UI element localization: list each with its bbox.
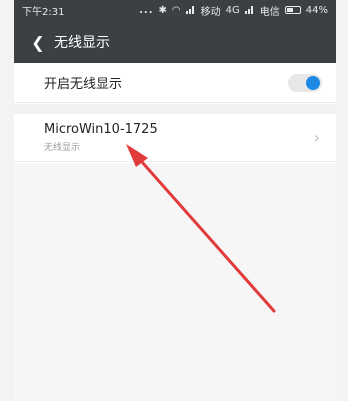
right-frame: [336, 0, 348, 401]
battery-percent: 44%: [305, 4, 328, 16]
status-dots: ...: [139, 4, 154, 16]
status-time: 下午2:31: [22, 6, 65, 18]
page-title: 无线显示: [54, 35, 110, 51]
network-type: 4G: [225, 4, 240, 16]
signal-icon: [185, 6, 196, 14]
chevron-left-icon[interactable]: ❮: [22, 24, 54, 60]
empty-area: [14, 163, 336, 401]
device-name: MicroWin10-1725: [44, 122, 158, 137]
chevron-right-icon: ›: [313, 128, 320, 147]
left-frame: [0, 0, 14, 401]
bluetooth-icon: ✱: [158, 4, 167, 16]
device-subtitle: 无线显示: [44, 143, 81, 153]
carrier2-label: 电信: [259, 6, 280, 18]
signal2-icon: [244, 6, 255, 14]
wireless-display-toggle[interactable]: [288, 73, 322, 92]
section-divider: [14, 104, 336, 114]
device-list-item[interactable]: MicroWin10-1725 无线显示 ›: [14, 114, 336, 162]
status-indicators: ... ✱ ◠ 移动 4G 电信 44%: [139, 3, 328, 18]
status-bar: 下午2:31 ... ✱ ◠ 移动 4G 电信 44%: [14, 0, 336, 20]
battery-icon: [284, 6, 301, 14]
wireless-display-toggle-row[interactable]: 开启无线显示: [14, 63, 336, 103]
toggle-knob: [306, 75, 320, 90]
toggle-label: 开启无线显示: [44, 77, 123, 92]
title-bar: ❮ 无线显示: [14, 24, 336, 60]
device-texts: MicroWin10-1725 无线显示: [44, 122, 314, 153]
carrier1-label: 移动: [200, 6, 221, 18]
app-header: 下午2:31 ... ✱ ◠ 移动 4G 电信 44% ❮ 无线显示: [14, 0, 336, 63]
wifi-icon: ◠: [171, 4, 181, 16]
